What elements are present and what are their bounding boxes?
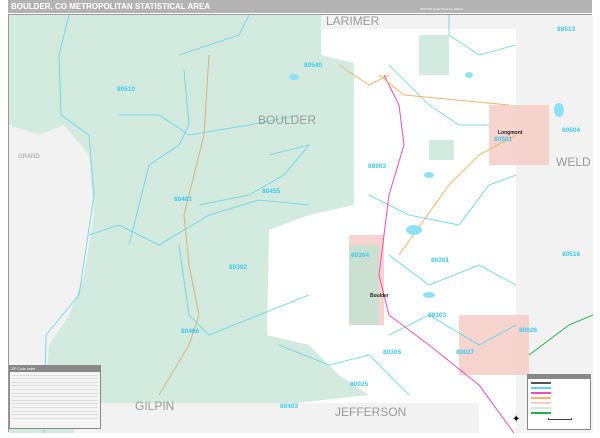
county-label-grand: GRAND — [18, 154, 40, 160]
map-title: BOULDER, CO METROPOLITAN STATISTICAL ARE… — [11, 2, 211, 11]
county-label-jefferson: JEFFERSON — [335, 405, 407, 419]
zip-label: 80504 — [562, 127, 581, 134]
scale-bar — [548, 418, 572, 420]
zip-label: 80301 — [431, 257, 450, 264]
map-legend — [527, 374, 591, 430]
zip-label: 80403 — [280, 403, 299, 410]
county-label-gilpin: GILPIN — [135, 399, 175, 413]
zip-label: 80026 — [519, 327, 538, 334]
zip-label: 80516 — [562, 251, 581, 258]
market-maps-logo — [486, 0, 576, 12]
zip-label: 80510 — [117, 86, 136, 93]
compass-rose-icon: ✦ — [512, 414, 521, 425]
zip-label: 80303 — [428, 312, 447, 319]
zip-code-index-table: ZIP Code Index — [9, 365, 101, 429]
edition-label: 2020 ZIP Code Premium Edition — [420, 7, 463, 11]
city-label-boulder: Boulder — [370, 293, 389, 299]
zip-label: 80027 — [456, 349, 475, 356]
zip-label: 80304 — [351, 252, 370, 259]
county-label-boulder: BOULDER — [258, 113, 317, 127]
zip-label: 80540 — [304, 62, 323, 69]
city-label-longmont: Longmont — [498, 130, 523, 136]
legend-title — [528, 375, 590, 379]
zip-label: 80503 — [368, 163, 387, 170]
title-bar: BOULDER, CO METROPOLITAN STATISTICAL ARE… — [8, 0, 592, 13]
zip-label: 80305 — [383, 349, 402, 356]
zip-label: 80455 — [262, 188, 281, 195]
zip-label: 80481 — [174, 196, 193, 203]
zip-label: 80302 — [229, 264, 248, 271]
zip-label: 80466 — [181, 328, 200, 335]
county-label-larimer: LARIMER — [326, 14, 380, 28]
zip-label: 80501 — [494, 136, 513, 143]
zip-label: 80025 — [350, 381, 369, 388]
county-label-weld: WELD — [556, 155, 591, 169]
zip-label: 80513 — [557, 26, 576, 33]
